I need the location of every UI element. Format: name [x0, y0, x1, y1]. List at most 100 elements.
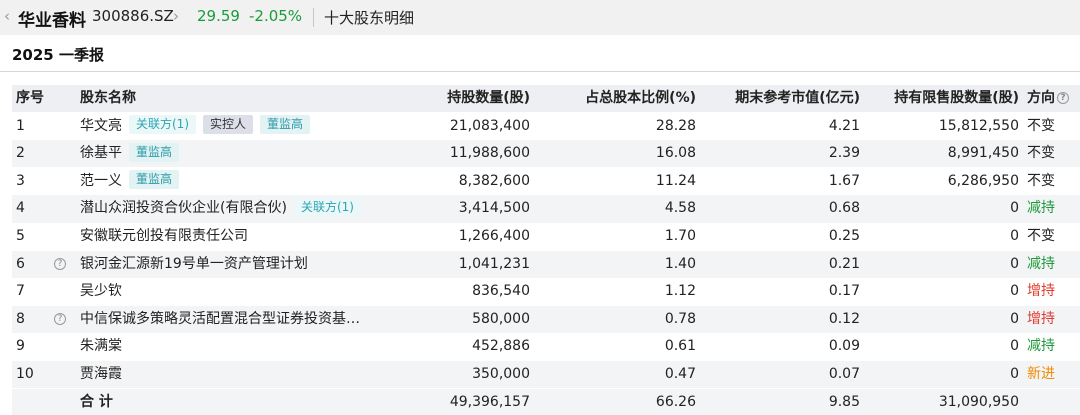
change-direction: 不变 — [1027, 227, 1055, 244]
tag-director-supervisor: 董监高 — [129, 170, 180, 190]
total-restricted: 31,090,950 — [938, 393, 1019, 410]
table-row[interactable]: 1 华文亮 关联方(1) 实控人 董监高 21,083,400 28.28 4.21 15,81… — [12, 113, 1080, 140]
restricted-shares: 8,991,450 — [947, 145, 1019, 162]
shares-held: 1,266,400 — [458, 227, 530, 244]
market-value: 0.12 — [828, 310, 860, 327]
table-row[interactable]: 5 安徽联元创投有限责任公司 1,266,400 1.70 0.25 0 不变 — [12, 223, 1080, 250]
help-icon[interactable]: ? — [1057, 92, 1069, 104]
restricted-shares: 6,286,950 — [947, 172, 1019, 189]
column-header-shares[interactable]: 持股数量(股) — [392, 85, 530, 112]
restricted-shares: 0 — [1010, 255, 1019, 272]
stock-price: 29.59 — [197, 7, 240, 25]
stock-change: -2.05% — [249, 7, 303, 25]
share-percent: 1.40 — [664, 255, 696, 272]
row-index: 9 — [16, 338, 25, 355]
report-period-title[interactable]: 2025 一季报 — [12, 44, 104, 65]
help-icon-cell: ? — [54, 251, 70, 278]
change-direction: 不变 — [1027, 117, 1055, 134]
help-icon[interactable]: ? — [54, 257, 66, 270]
shareholder-name[interactable]: 徐基平 — [80, 145, 122, 161]
table-total-row: 合 计 49,396,157 66.26 9.85 31,090,950 — [12, 388, 1080, 415]
total-label: 合 计 — [80, 393, 113, 410]
chevron-left-icon[interactable]: ‹ — [4, 7, 10, 25]
shares-held: 580,000 — [472, 310, 530, 327]
shareholder-name[interactable]: 贾海霞 — [80, 366, 122, 382]
shareholder-name-cell: 贾海霞 — [80, 361, 122, 388]
column-header-market-value[interactable]: 期末参考市值(亿元) — [712, 85, 860, 112]
tag-related-party[interactable]: 关联方(1) — [129, 115, 196, 134]
restricted-shares: 0 — [1010, 338, 1019, 355]
change-direction: 不变 — [1027, 145, 1055, 162]
table-row[interactable]: 3 范一义 董监高 8,382,600 11.24 1.67 6,286,950 不变 — [12, 168, 1080, 195]
market-value: 4.21 — [828, 117, 860, 134]
share-percent: 0.78 — [664, 310, 696, 327]
chevron-right-icon[interactable]: › — [173, 7, 179, 25]
shareholder-name[interactable]: 吴少钦 — [80, 283, 122, 299]
help-icon[interactable]: ? — [54, 312, 66, 325]
column-header-direction: 方向? — [1027, 85, 1069, 112]
table-row[interactable]: 6? 银河金汇源新19号单一资产管理计划 1,041,231 1.40 0.21 0 减持 — [12, 250, 1080, 278]
change-direction: 减持 — [1027, 255, 1055, 272]
shareholder-name[interactable]: 朱满棠 — [80, 338, 122, 354]
share-percent: 28.28 — [655, 117, 696, 134]
restricted-shares: 15,812,550 — [938, 117, 1019, 134]
column-header-percent[interactable]: 占总股本比例(%) — [572, 85, 696, 112]
table-row[interactable]: 8? 中信保诚多策略灵活配置混合型证券投资基… 580,000 0.78 0.12 0 增持 — [12, 305, 1080, 333]
change-direction: 增持 — [1027, 283, 1055, 300]
row-index: 6 — [16, 255, 25, 272]
shareholder-name-cell: 银河金汇源新19号单一资产管理计划 — [80, 251, 308, 278]
market-value: 0.21 — [828, 255, 860, 272]
table-row[interactable]: 9 朱满棠 452,886 0.61 0.09 0 减持 — [12, 333, 1080, 360]
shares-held: 3,414,500 — [458, 200, 530, 217]
share-percent: 11.24 — [655, 172, 696, 189]
tag-director-supervisor: 董监高 — [260, 115, 311, 134]
shareholder-name[interactable]: 范一义 — [80, 173, 122, 189]
shareholder-name[interactable]: 安徽联元创投有限责任公司 — [80, 228, 248, 244]
column-header-restricted[interactable]: 持有限售股数量(股) — [872, 85, 1019, 112]
total-shares: 49,396,157 — [449, 393, 530, 410]
table-row[interactable]: 2 徐基平 董监高 11,988,600 16.08 2.39 8,991,450 不变 — [12, 140, 1080, 168]
share-percent: 1.70 — [664, 227, 696, 244]
divider — [313, 8, 314, 27]
share-percent: 16.08 — [655, 145, 696, 162]
change-direction: 新进 — [1027, 365, 1055, 382]
table-header: 序号 股东名称 持股数量(股) 占总股本比例(%) 期末参考市值(亿元) 持有限… — [12, 85, 1080, 113]
market-value: 0.17 — [828, 283, 860, 300]
shares-held: 836,540 — [472, 283, 530, 300]
column-header-name: 股东名称 — [80, 90, 136, 106]
market-value: 0.25 — [828, 227, 860, 244]
row-index: 8 — [16, 310, 25, 327]
shares-held: 350,000 — [472, 365, 530, 382]
shareholder-name-cell: 吴少钦 — [80, 278, 122, 305]
shares-held: 1,041,231 — [458, 255, 530, 272]
shareholder-name[interactable]: 银河金汇源新19号单一资产管理计划 — [80, 256, 308, 272]
page-title: 十大股东明细 — [324, 9, 415, 27]
market-value: 0.09 — [828, 338, 860, 355]
row-index: 10 — [16, 365, 34, 382]
row-index: 4 — [16, 200, 25, 217]
shareholder-name-cell: 安徽联元创投有限责任公司 — [80, 223, 248, 250]
shareholder-name[interactable]: 中信保诚多策略灵活配置混合型证券投资基… — [80, 311, 360, 327]
market-value: 2.39 — [828, 145, 860, 162]
share-percent: 4.58 — [664, 200, 696, 217]
table-row[interactable]: 7 吴少钦 836,540 1.12 0.17 0 增持 — [12, 278, 1080, 305]
tag-related-party[interactable]: 关联方(1) — [293, 197, 361, 217]
stock-name[interactable]: 华业香料 — [18, 6, 86, 31]
shareholder-name[interactable]: 潜山众润投资合伙企业(有限合伙) — [80, 200, 287, 216]
table-row[interactable]: 4 潜山众润投资合伙企业(有限合伙) 关联方(1) 3,414,500 4.58 0.68… — [12, 195, 1080, 223]
column-header-direction-label: 方向 — [1027, 90, 1055, 106]
stock-code[interactable]: 300886.SZ — [92, 7, 174, 25]
shares-held: 21,083,400 — [449, 117, 530, 134]
table-row[interactable]: 10 贾海霞 350,000 0.47 0.07 0 新进 — [12, 360, 1080, 389]
shareholder-name-cell: 中信保诚多策略灵活配置混合型证券投资基… — [80, 306, 360, 333]
shareholder-name[interactable]: 华文亮 — [80, 118, 122, 134]
row-index: 5 — [16, 227, 25, 244]
divider — [0, 71, 1080, 72]
row-index: 3 — [16, 172, 25, 189]
restricted-shares: 0 — [1010, 227, 1019, 244]
change-direction: 减持 — [1027, 338, 1055, 355]
top-bar: ‹ 华业香料 300886.SZ › 29.59 -2.05% 十大股东明细 — [0, 0, 1080, 35]
share-percent: 1.12 — [664, 283, 696, 300]
shareholder-name-cell: 潜山众润投资合伙企业(有限合伙) 关联方(1) — [80, 195, 361, 222]
row-index: 2 — [16, 145, 25, 162]
